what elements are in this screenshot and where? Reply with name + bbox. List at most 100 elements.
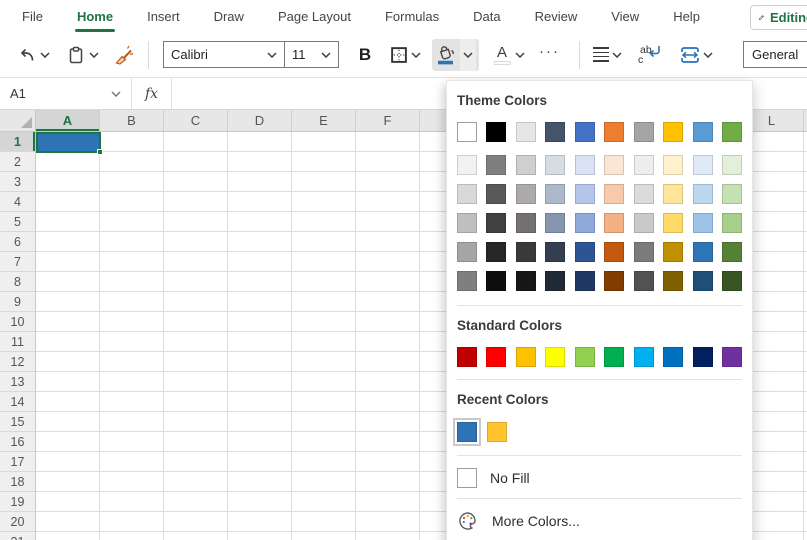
row-header-17[interactable]: 17: [0, 452, 36, 472]
theme-color-swatch[interactable]: [722, 242, 742, 262]
row-header-15[interactable]: 15: [0, 412, 36, 432]
row-header-18[interactable]: 18: [0, 472, 36, 492]
theme-color-swatch[interactable]: [634, 271, 654, 291]
theme-color-swatch[interactable]: [604, 155, 624, 175]
theme-color-swatch[interactable]: [486, 271, 506, 291]
standard-color-swatch[interactable]: [722, 347, 742, 367]
borders-button[interactable]: [387, 39, 424, 71]
theme-color-swatch[interactable]: [457, 122, 477, 142]
column-header-E[interactable]: E: [292, 110, 356, 131]
font-color-button[interactable]: A: [489, 39, 528, 71]
theme-color-swatch[interactable]: [486, 213, 506, 233]
row-header-3[interactable]: 3: [0, 172, 36, 192]
theme-color-swatch[interactable]: [457, 271, 477, 291]
undo-button[interactable]: [14, 39, 53, 71]
theme-color-swatch[interactable]: [722, 122, 742, 142]
row-header-9[interactable]: 9: [0, 292, 36, 312]
theme-color-swatch[interactable]: [486, 155, 506, 175]
theme-color-swatch[interactable]: [722, 271, 742, 291]
theme-color-swatch[interactable]: [545, 184, 565, 204]
theme-color-swatch[interactable]: [575, 213, 595, 233]
chevron-down-icon[interactable]: [89, 52, 99, 58]
bold-button[interactable]: B: [352, 39, 378, 71]
theme-color-swatch[interactable]: [545, 155, 565, 175]
menu-tab-insert[interactable]: Insert: [147, 9, 180, 24]
theme-color-swatch[interactable]: [575, 184, 595, 204]
theme-color-swatch[interactable]: [634, 242, 654, 262]
menu-tab-file[interactable]: File: [22, 9, 43, 24]
theme-color-swatch[interactable]: [457, 242, 477, 262]
row-header-16[interactable]: 16: [0, 432, 36, 452]
chevron-down-icon[interactable]: [463, 52, 473, 58]
theme-color-swatch[interactable]: [457, 184, 477, 204]
menu-tab-view[interactable]: View: [611, 9, 639, 24]
theme-color-swatch[interactable]: [486, 122, 506, 142]
row-header-7[interactable]: 7: [0, 252, 36, 272]
row-header-4[interactable]: 4: [0, 192, 36, 212]
theme-color-swatch[interactable]: [663, 213, 683, 233]
more-colors-option[interactable]: More Colors...: [457, 509, 742, 533]
theme-color-swatch[interactable]: [634, 155, 654, 175]
format-painter-button[interactable]: [110, 39, 138, 71]
column-header-A[interactable]: A: [36, 110, 100, 131]
more-font-options-button[interactable]: ···: [536, 36, 563, 68]
column-header-B[interactable]: B: [100, 110, 164, 131]
theme-color-swatch[interactable]: [575, 155, 595, 175]
theme-color-swatch[interactable]: [604, 271, 624, 291]
standard-color-swatch[interactable]: [516, 347, 536, 367]
chevron-down-icon[interactable]: [411, 52, 421, 58]
theme-color-swatch[interactable]: [693, 213, 713, 233]
theme-color-swatch[interactable]: [634, 213, 654, 233]
select-all-button[interactable]: [0, 110, 36, 132]
theme-color-swatch[interactable]: [604, 122, 624, 142]
theme-color-swatch[interactable]: [663, 242, 683, 262]
column-header-F[interactable]: F: [356, 110, 420, 131]
chevron-down-icon[interactable]: [40, 52, 50, 58]
font-size-select[interactable]: 11: [284, 41, 339, 68]
theme-color-swatch[interactable]: [516, 122, 536, 142]
theme-color-swatch[interactable]: [604, 213, 624, 233]
theme-color-swatch[interactable]: [486, 184, 506, 204]
paste-button[interactable]: [63, 39, 102, 71]
theme-color-swatch[interactable]: [663, 122, 683, 142]
name-box[interactable]: A1: [0, 78, 132, 109]
theme-color-swatch[interactable]: [575, 122, 595, 142]
chevron-down-icon[interactable]: [515, 52, 525, 58]
theme-color-swatch[interactable]: [693, 271, 713, 291]
row-header-1[interactable]: 1: [0, 132, 36, 152]
alignment-button[interactable]: [590, 39, 625, 71]
row-header-6[interactable]: 6: [0, 232, 36, 252]
theme-color-swatch[interactable]: [604, 242, 624, 262]
row-header-11[interactable]: 11: [0, 332, 36, 352]
column-header-D[interactable]: D: [228, 110, 292, 131]
theme-color-swatch[interactable]: [663, 184, 683, 204]
theme-color-swatch[interactable]: [663, 155, 683, 175]
theme-color-swatch[interactable]: [575, 242, 595, 262]
theme-color-swatch[interactable]: [634, 122, 654, 142]
menu-tab-review[interactable]: Review: [535, 9, 578, 24]
number-format-select[interactable]: General: [743, 41, 807, 68]
merge-center-button[interactable]: [677, 39, 716, 71]
standard-color-swatch[interactable]: [575, 347, 595, 367]
theme-color-swatch[interactable]: [693, 242, 713, 262]
standard-color-swatch[interactable]: [545, 347, 565, 367]
theme-color-swatch[interactable]: [693, 155, 713, 175]
menu-tab-data[interactable]: Data: [473, 9, 500, 24]
theme-color-swatch[interactable]: [516, 155, 536, 175]
theme-color-swatch[interactable]: [486, 242, 506, 262]
theme-color-swatch[interactable]: [722, 184, 742, 204]
theme-color-swatch[interactable]: [604, 184, 624, 204]
theme-color-swatch[interactable]: [545, 242, 565, 262]
standard-color-swatch[interactable]: [604, 347, 624, 367]
fill-handle[interactable]: [97, 149, 103, 155]
standard-color-swatch[interactable]: [457, 347, 477, 367]
recent-color-swatch[interactable]: [457, 422, 477, 442]
menu-tab-formulas[interactable]: Formulas: [385, 9, 439, 24]
theme-color-swatch[interactable]: [516, 271, 536, 291]
editing-mode-button[interactable]: Editing: [750, 5, 807, 30]
theme-color-swatch[interactable]: [457, 155, 477, 175]
no-fill-option[interactable]: No Fill: [457, 466, 742, 490]
theme-color-swatch[interactable]: [516, 184, 536, 204]
row-header-21[interactable]: 21: [0, 532, 36, 540]
font-name-select[interactable]: Calibri: [163, 41, 285, 68]
